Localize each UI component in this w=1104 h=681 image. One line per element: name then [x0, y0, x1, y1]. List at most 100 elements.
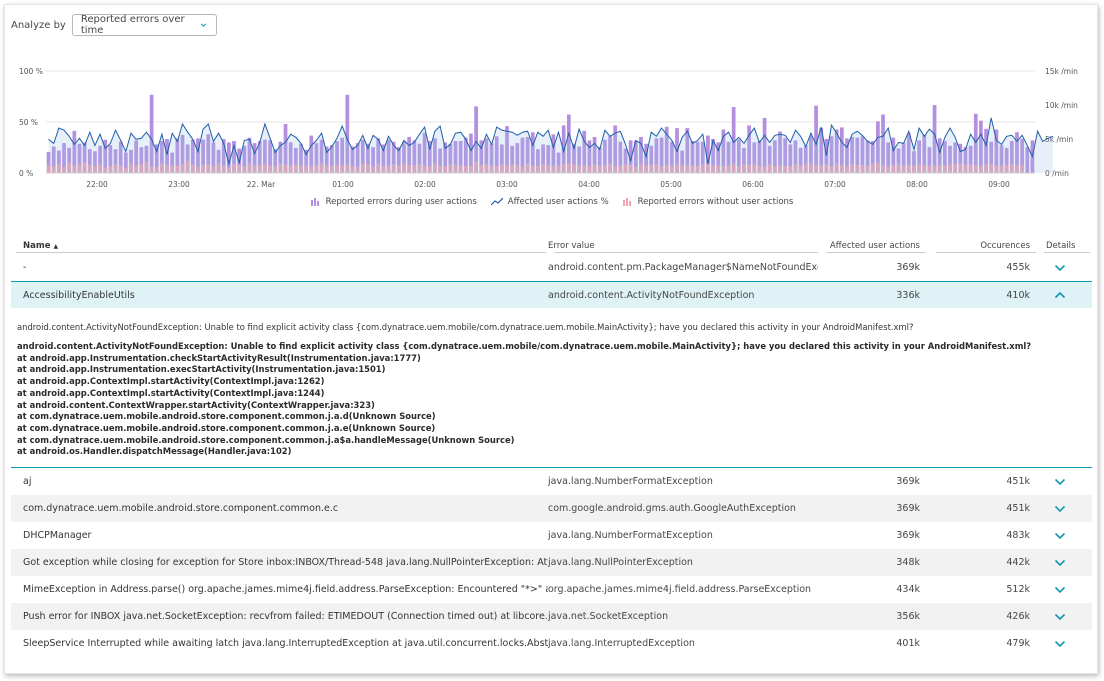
x-axis-tick-label: 07:00: [824, 180, 846, 189]
chevron-down-icon[interactable]: [1054, 264, 1066, 272]
stack-line: at android.app.Instrumentation.checkStar…: [17, 352, 421, 363]
x-axis-tick-label: 22:00: [86, 180, 108, 189]
chevron-up-icon[interactable]: [1054, 291, 1066, 299]
row-occurrences: 426k: [1006, 611, 1030, 622]
row-error-value: com.google.android.gms.auth.GoogleAuthEx…: [548, 503, 796, 514]
header-divider: [1044, 252, 1090, 253]
row-affected: 401k: [896, 638, 920, 649]
row-name: aj: [23, 476, 32, 487]
table-row[interactable]: - android.content.pm.PackageManager$Name…: [11, 254, 1092, 281]
x-axis-tick-label: 01:00: [332, 180, 354, 189]
errors-over-time-chart[interactable]: 100 %50 %0 %15k /min10k /min5k /min0 /mi…: [5, 61, 1098, 191]
legend-item-errors-without[interactable]: Reported errors without user actions: [622, 197, 794, 207]
legend-label: Reported errors without user actions: [637, 197, 794, 207]
table-row[interactable]: MimeException in Address.parse() org.apa…: [11, 576, 1092, 603]
stack-line: at android.app.ContextImpl.startActivity…: [17, 376, 325, 387]
column-header-affected[interactable]: Affected user actions: [818, 241, 928, 251]
row-affected: 434k: [896, 584, 920, 595]
row-name: -: [23, 262, 27, 273]
column-header-error-value[interactable]: Error value: [548, 241, 818, 251]
x-axis-tick-label: 05:00: [660, 180, 682, 189]
y-axis-right-tick-label: 15k /min: [1045, 67, 1078, 76]
row-affected: 336k: [896, 289, 920, 301]
stack-line: at android.app.ContextImpl.startActivity…: [17, 387, 325, 398]
row-affected: 369k: [896, 503, 920, 514]
x-axis-tick-label: 23:00: [168, 180, 190, 189]
row-occurrences: 483k: [1006, 530, 1030, 541]
x-axis-tick-label: 02:00: [414, 180, 436, 189]
row-error-value: java.lang.InterruptedException: [548, 638, 695, 649]
chevron-down-icon[interactable]: [1054, 586, 1066, 594]
row-name: com.dynatrace.uem.mobile.android.store.c…: [23, 503, 339, 514]
analyze-by-label: Analyze by: [11, 19, 66, 31]
legend-item-affected[interactable]: Affected user actions %: [490, 197, 609, 207]
column-header-details: Details: [1046, 241, 1076, 251]
row-name: AccessibilityEnableUtils: [23, 289, 135, 301]
row-affected: 348k: [896, 557, 920, 568]
row-affected: 369k: [896, 476, 920, 487]
stack-trace: android.content.ActivityNotFoundExceptio…: [17, 341, 1092, 458]
row-name: DHCPManager: [23, 530, 92, 541]
bar-swatch-icon: [310, 198, 319, 206]
chevron-down-icon[interactable]: [1054, 478, 1066, 486]
column-header-name[interactable]: Name ▲: [11, 241, 548, 251]
row-error-value: java.lang.NumberFormatException: [548, 476, 713, 487]
stack-line: at android.os.Handler.dispatchMessage(Ha…: [17, 446, 292, 457]
header-divider: [936, 252, 1036, 253]
legend-label: Reported errors during user actions: [325, 197, 477, 207]
row-error-value: java.lang.NumberFormatException: [548, 530, 713, 541]
chevron-down-icon[interactable]: [1054, 640, 1066, 648]
error-details-panel: android.content.ActivityNotFoundExceptio…: [11, 308, 1092, 468]
table-row[interactable]: Got exception while closing for exceptio…: [11, 549, 1092, 576]
row-name: MimeException in Address.parse() org.apa…: [23, 584, 548, 595]
header-divider: [826, 252, 926, 253]
stack-line: at com.dynatrace.uem.mobile.android.stor…: [17, 422, 436, 433]
table-row-expanded[interactable]: AccessibilityEnableUtils android.content…: [11, 281, 1092, 308]
row-occurrences: 442k: [1006, 557, 1030, 568]
header-divider: [554, 252, 818, 253]
analyze-by-select[interactable]: Reported errors over time: [71, 14, 217, 36]
table-row[interactable]: DHCPManager java.lang.NumberFormatExcept…: [11, 522, 1092, 549]
line-swatch-icon: [490, 198, 503, 206]
chevron-down-icon[interactable]: [1054, 505, 1066, 513]
stack-line: at android.content.ContextWrapper.startA…: [17, 399, 375, 410]
row-error-value: java.lang.NullPointerException: [548, 557, 693, 568]
error-summary: android.content.ActivityNotFoundExceptio…: [17, 322, 914, 332]
row-occurrences: 451k: [1006, 503, 1030, 514]
x-axis-tick-label: 22. Mar: [247, 180, 276, 189]
stack-line: at com.dynatrace.uem.mobile.android.stor…: [17, 434, 515, 445]
chevron-down-icon[interactable]: [1054, 532, 1066, 540]
column-header-occurrences[interactable]: Occurences: [928, 241, 1038, 251]
table-row[interactable]: aj java.lang.NumberFormatException 369k …: [11, 468, 1092, 495]
errors-table: Name ▲ Error value Affected user actions…: [11, 238, 1092, 657]
table-row[interactable]: com.dynatrace.uem.mobile.android.store.c…: [11, 495, 1092, 522]
row-occurrences: 479k: [1006, 638, 1030, 649]
row-error-value: java.net.SocketException: [548, 611, 669, 622]
chevron-down-icon[interactable]: [1054, 559, 1066, 567]
bar-swatch-icon: [622, 198, 631, 206]
table-header: Name ▲ Error value Affected user actions…: [11, 238, 1092, 254]
x-axis-tick-label: 06:00: [742, 180, 764, 189]
chart-legend: Reported errors during user actions Affe…: [5, 197, 1097, 207]
row-occurrences: 410k: [1006, 289, 1030, 301]
row-name: Push error for INBOX java.net.SocketExce…: [23, 611, 548, 622]
sort-ascending-icon: ▲: [53, 243, 59, 250]
table-row[interactable]: SleepService Interrupted while awaiting …: [11, 630, 1092, 657]
row-error-value: org.apache.james.mime4j.field.address.Pa…: [548, 584, 812, 595]
stack-line: at android.app.Instrumentation.execStart…: [17, 364, 386, 375]
row-affected: 369k: [896, 262, 920, 273]
row-affected: 369k: [896, 530, 920, 541]
row-affected: 356k: [896, 611, 920, 622]
analyze-by-selected-value: Reported errors over time: [80, 14, 185, 36]
chevron-down-icon: [200, 23, 206, 27]
stack-line: android.content.ActivityNotFoundExceptio…: [17, 341, 1032, 351]
x-axis-tick-label: 04:00: [578, 180, 600, 189]
legend-item-errors-during[interactable]: Reported errors during user actions: [310, 197, 477, 207]
y-axis-left-tick-label: 0 %: [19, 169, 33, 178]
row-name: SleepService Interrupted while awaiting …: [23, 638, 548, 649]
chevron-down-icon[interactable]: [1054, 613, 1066, 621]
stack-line: at com.dynatrace.uem.mobile.android.stor…: [17, 411, 436, 422]
legend-label: Affected user actions %: [507, 197, 609, 207]
table-row[interactable]: Push error for INBOX java.net.SocketExce…: [11, 603, 1092, 630]
y-axis-left-tick-label: 50 %: [19, 118, 38, 127]
